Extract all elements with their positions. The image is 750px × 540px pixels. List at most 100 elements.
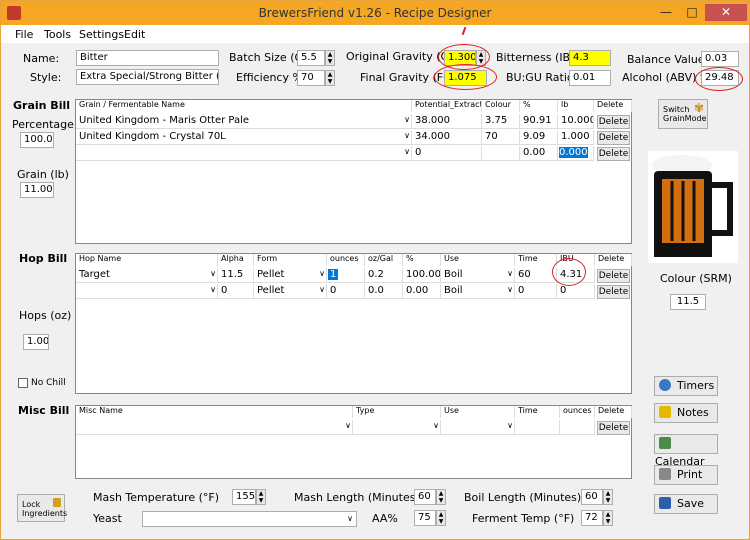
aa-spinner[interactable]: ▲ ▼: [436, 510, 446, 526]
hop-row-name[interactable]: ∨: [76, 284, 218, 299]
yeast-dropdown[interactable]: ∨: [142, 511, 357, 527]
grain-header-name: Grain / Fermentable Name: [76, 100, 412, 112]
hop-row-ibu: 0: [557, 284, 595, 299]
misc-row-use[interactable]: ∨: [441, 420, 515, 435]
hop-row-ozgal: 0.0: [365, 284, 403, 299]
mash-temp-spinner[interactable]: ▲ ▼: [256, 489, 266, 505]
switch-grainmode-button[interactable]: Switch GrainMode ✾: [658, 99, 708, 129]
misc-row-type[interactable]: ∨: [353, 420, 441, 435]
hop-row-pct: 100.00: [403, 268, 441, 283]
ferment-temp-field[interactable]: 72: [581, 510, 603, 526]
save-button[interactable]: Save: [654, 494, 718, 514]
hop-row-form[interactable]: Pellet ∨: [254, 268, 327, 283]
grain-row-extract[interactable]: 38.000: [412, 114, 482, 129]
menu-bar: File Tools Settings Edit: [1, 25, 749, 43]
balance-field: 0.03: [701, 51, 739, 67]
hop-row-form[interactable]: Pellet ∨: [254, 284, 327, 299]
mash-length-spinner[interactable]: ▲ ▼: [436, 489, 446, 505]
maximize-button[interactable]: □: [679, 4, 705, 21]
misc-table: Misc Name Type Use Time ounces Delete ∨ …: [75, 405, 632, 479]
hop-row-use[interactable]: Boil ∨: [441, 268, 515, 283]
grain-row-pct: 9.09: [520, 130, 558, 145]
grain-header-delete: Delete: [594, 100, 632, 112]
batch-size-spinner[interactable]: ▲ ▼: [325, 50, 335, 66]
hop-delete-button[interactable]: Delete: [597, 269, 630, 283]
clock-icon: [659, 379, 671, 391]
misc-row-name[interactable]: ∨: [76, 420, 353, 435]
hop-delete-button[interactable]: Delete: [597, 285, 630, 299]
batch-size-field[interactable]: 5.5: [297, 50, 325, 66]
grain-header-colour: Colour: [482, 100, 520, 112]
notes-button[interactable]: Notes: [654, 403, 718, 423]
grain-row-colour[interactable]: 3.75: [482, 114, 520, 129]
grain-row-pct: 0.00: [520, 146, 558, 161]
boil-length-spinner[interactable]: ▲ ▼: [603, 489, 613, 505]
ferment-temp-spinner[interactable]: ▲ ▼: [603, 510, 613, 526]
grain-header-extract: Potential_Extract: [412, 100, 482, 112]
style-dropdown[interactable]: Extra Special/Strong Bitter (ES: [76, 69, 219, 85]
grain-lb-field: 11.000: [20, 182, 54, 198]
grain-row-extract[interactable]: 0: [412, 146, 482, 161]
annotation-circle-ibu: [552, 258, 586, 286]
misc-delete-button[interactable]: Delete: [597, 421, 630, 435]
no-chill-checkbox[interactable]: [18, 378, 28, 388]
efficiency-spinner[interactable]: ▲ ▼: [325, 70, 335, 86]
misc-header-ounces: ounces: [560, 406, 595, 418]
bugu-field: 0.01: [569, 70, 611, 86]
lock-icon: [53, 498, 61, 507]
hop-row-ounces[interactable]: 1: [327, 268, 365, 283]
grain-row-name[interactable]: ∨: [76, 146, 412, 161]
hop-row-name[interactable]: Target ∨: [76, 268, 218, 283]
hop-row-alpha[interactable]: 11.5: [218, 268, 254, 283]
grain-table: Grain / Fermentable Name Potential_Extra…: [75, 99, 632, 244]
calendar-button[interactable]: Calendar: [654, 434, 718, 468]
grain-delete-button[interactable]: Delete: [597, 147, 630, 161]
srm-label: Colour (SRM): [660, 272, 732, 285]
grain-delete-button[interactable]: Delete: [597, 115, 630, 129]
print-button[interactable]: Print: [654, 465, 718, 485]
menu-settings[interactable]: Settings: [79, 28, 124, 41]
balance-label: Balance Value: [627, 53, 705, 66]
beer-mug-icon: [648, 151, 738, 263]
hop-row-time[interactable]: 60: [515, 268, 557, 283]
wheat-icon: ✾: [693, 101, 704, 115]
grain-row-name[interactable]: United Kingdom - Crystal 70L ∨: [76, 130, 412, 145]
lock-ingredients-button[interactable]: Lock Ingredients: [17, 494, 67, 522]
aa-field[interactable]: 75: [414, 510, 436, 526]
misc-row-time[interactable]: [515, 420, 560, 435]
efficiency-field[interactable]: 70: [297, 70, 325, 86]
menu-edit[interactable]: Edit: [124, 28, 145, 41]
hop-row-use[interactable]: Boil ∨: [441, 284, 515, 299]
mash-temp-field[interactable]: 155: [232, 489, 256, 505]
menu-file[interactable]: File: [15, 28, 33, 41]
menu-tools[interactable]: Tools: [44, 28, 71, 41]
grain-row-colour[interactable]: 70: [482, 130, 520, 145]
close-button[interactable]: ✕: [705, 4, 747, 21]
hop-row-ounces[interactable]: 0: [327, 284, 365, 299]
grain-row-name[interactable]: United Kingdom - Maris Otter Pale ∨: [76, 114, 412, 129]
mash-length-field[interactable]: 60: [414, 489, 436, 505]
printer-icon: [659, 468, 671, 480]
grain-row-lb[interactable]: 10.000: [558, 114, 594, 129]
minimize-button[interactable]: —: [653, 4, 679, 21]
hop-row-pct: 0.00: [403, 284, 441, 299]
misc-header-time: Time: [515, 406, 560, 418]
floppy-disk-icon: [659, 497, 671, 509]
ibu-field: 4.3: [569, 50, 611, 66]
hop-row-time[interactable]: 0: [515, 284, 557, 299]
misc-row-ounces[interactable]: [560, 420, 595, 435]
boil-length-field[interactable]: 60: [581, 489, 603, 505]
hop-row-alpha[interactable]: 0: [218, 284, 254, 299]
name-field[interactable]: Bitter: [76, 50, 219, 66]
grain-delete-button[interactable]: Delete: [597, 131, 630, 145]
grain-row-lb[interactable]: 0.000: [558, 146, 594, 161]
grain-row-lb[interactable]: 1.000: [558, 130, 594, 145]
style-label: Style:: [30, 71, 62, 84]
grain-row-pct: 90.91: [520, 114, 558, 129]
grain-bill-heading: Grain Bill: [13, 99, 71, 112]
yeast-label: Yeast: [93, 512, 122, 525]
timers-button[interactable]: Timers: [654, 376, 718, 396]
grain-row-extract[interactable]: 34.000: [412, 130, 482, 145]
grain-row-colour[interactable]: [482, 146, 520, 161]
batch-size-label: Batch Size (G): [229, 51, 308, 64]
